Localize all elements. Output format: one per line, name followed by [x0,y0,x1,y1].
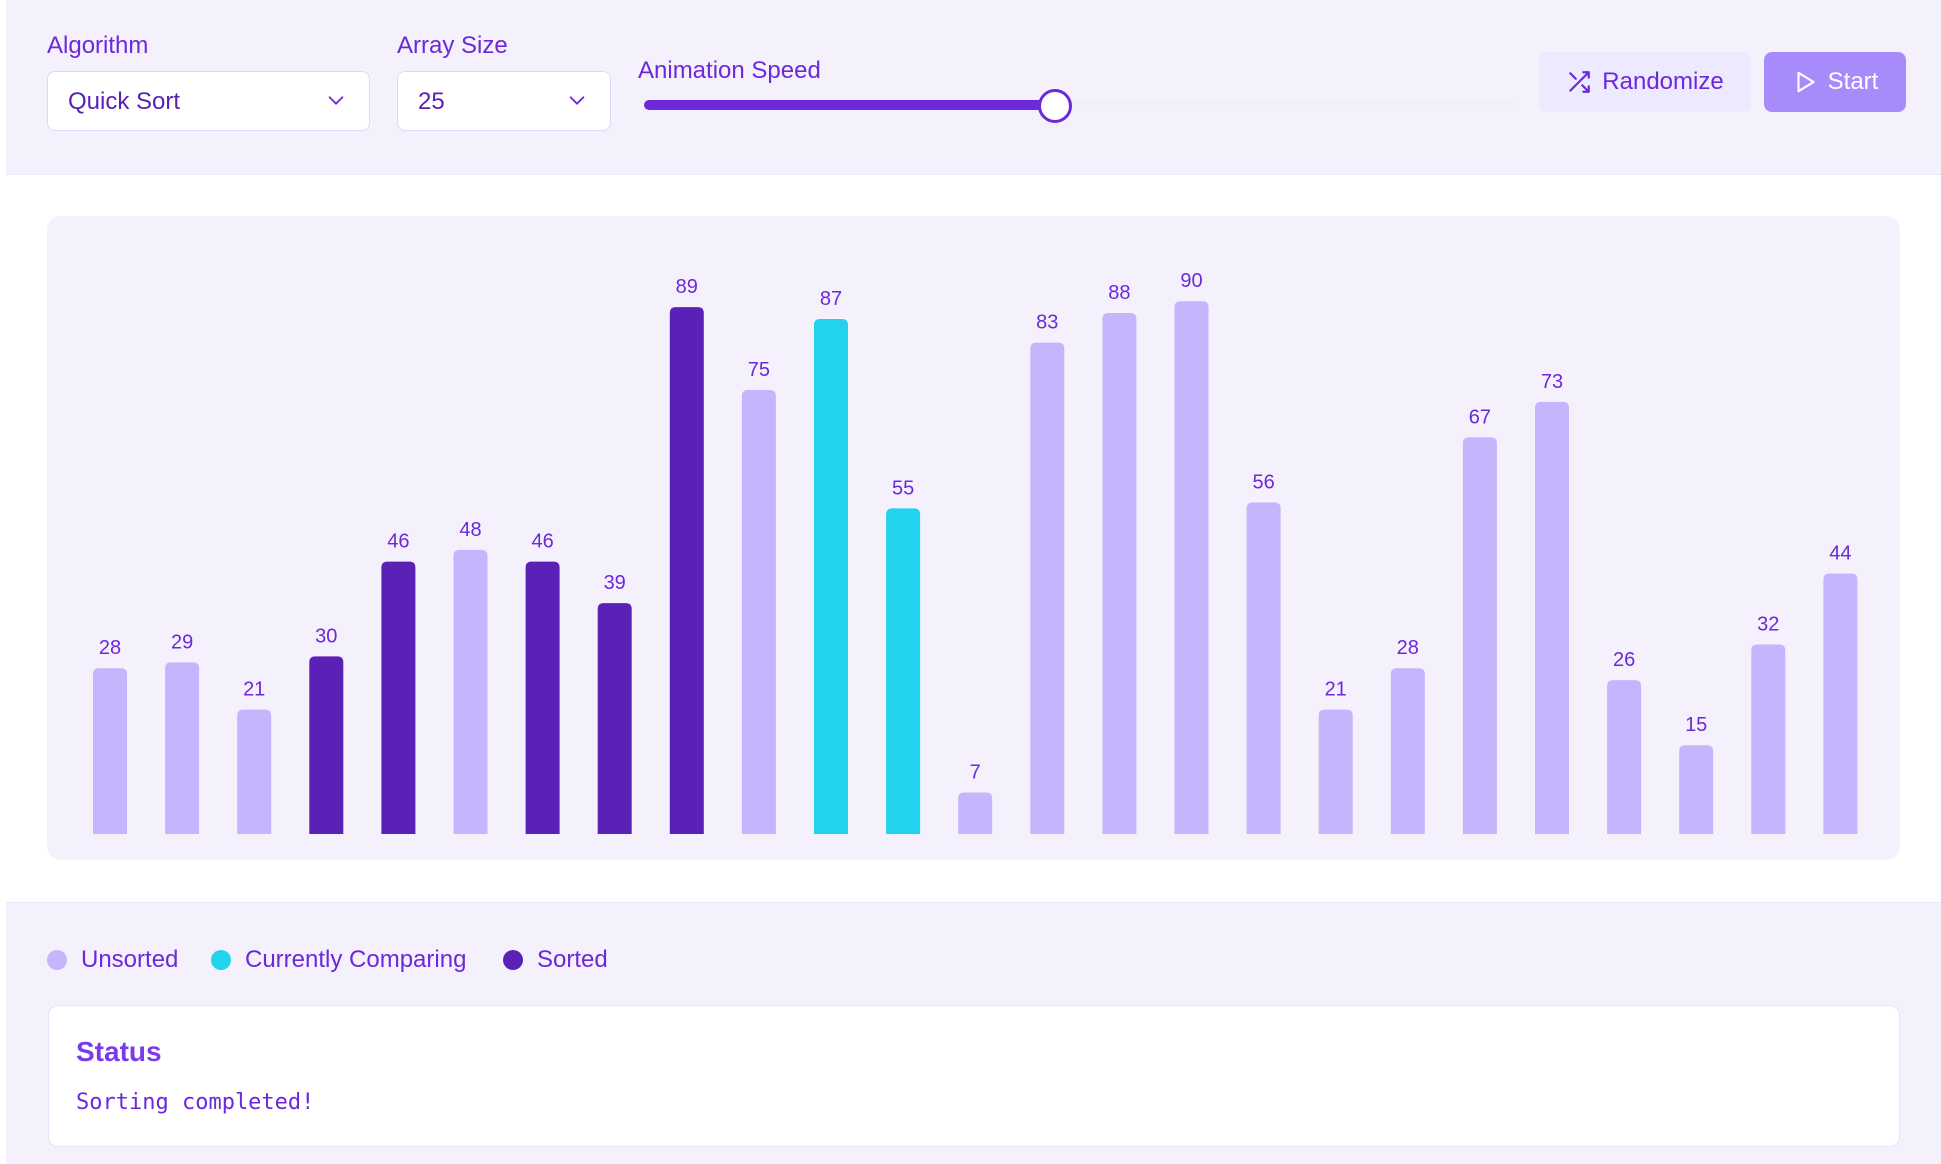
array-size-select-value: 25 [418,88,445,115]
chevron-down-icon [328,96,344,105]
status-card: Status Sorting completed! [48,1005,1900,1147]
bar-chart-panel: 28 29 21 30 46 48 46 39 89 75 87 55 7 83 88 90 56 21 28 67 7… [47,216,1900,860]
chevron-down-icon [569,96,585,105]
bar-value-label: 15 [1685,714,1707,736]
bar-value-label: 87 [820,288,842,310]
bar-unsorted [1102,313,1137,834]
bar-unsorted [93,668,127,834]
algorithm-select[interactable]: Quick Sort [47,71,370,131]
bar-unsorted [1607,680,1642,834]
bar-unsorted [1462,437,1497,834]
bar-value-label: 30 [315,625,337,647]
slider-fill [644,100,1053,110]
animation-speed-slider[interactable] [644,89,1514,123]
footer-panel: Unsorted Currently Comparing Sorted Stat… [6,902,1941,1164]
bar-unsorted [1751,644,1786,834]
bar-unsorted [1030,342,1065,834]
bar-value-label: 44 [1829,543,1851,565]
randomize-label: Randomize [1602,68,1724,95]
bar-unsorted [1318,709,1353,834]
bar-value-label: 46 [387,531,409,553]
bar-value-label: 26 [1613,649,1635,671]
legend-sorted: Sorted [503,946,608,974]
bar-unsorted [237,709,272,834]
bar-value-label: 75 [748,359,770,381]
slider-thumb[interactable] [1037,89,1072,123]
bar-value-label: 73 [1541,371,1563,393]
bar-value-label: 28 [99,637,121,659]
bar-chart: 28 29 21 30 46 48 46 39 89 75 87 55 7 83 88 90 56 21 28 67 7… [93,270,1858,835]
bar-value-label: 90 [1180,270,1202,292]
comparing-dot [211,950,231,970]
bar-unsorted [741,390,776,834]
animation-speed-label: Animation Speed [638,57,821,84]
bar-unsorted [1390,668,1425,834]
legend-comparing-label: Currently Comparing [245,946,467,973]
bar-comparing [886,508,921,834]
shuffle-icon [1569,71,1591,93]
bar-value-label: 29 [171,631,193,653]
bar-unsorted [1246,502,1281,834]
bar-value-label: 21 [1325,679,1347,701]
bar-unsorted [165,662,200,834]
status-title: Status [76,1036,162,1067]
bar-unsorted [1823,573,1858,834]
bar-sorted [309,656,344,834]
bar-value-label: 32 [1757,614,1779,636]
bar-value-label: 89 [676,276,698,298]
start-button[interactable]: Start [1764,52,1906,112]
bar-value-label: 67 [1469,406,1491,428]
legend-sorted-label: Sorted [537,946,608,973]
bar-sorted [669,307,704,834]
bar-sorted [525,561,560,834]
bar-sorted [597,603,632,834]
bar-unsorted [958,792,993,834]
bar-value-label: 48 [459,519,481,541]
bar-value-label: 21 [243,679,265,701]
randomize-button[interactable]: Randomize [1539,52,1751,112]
bar-unsorted [453,549,488,834]
bar-unsorted [1174,301,1209,834]
algorithm-select-value: Quick Sort [68,88,181,115]
status-message: Sorting completed! [76,1090,315,1115]
bar-unsorted [1679,745,1714,834]
bar-value-label: 83 [1036,312,1058,334]
legend-comparing: Currently Comparing [211,946,466,974]
unsorted-dot [47,950,67,970]
legend-unsorted-label: Unsorted [81,946,179,973]
start-label: Start [1827,68,1879,95]
bar-value-label: 39 [604,572,626,594]
bar-value-label: 46 [531,531,553,553]
bar-value-label: 7 [970,762,981,784]
play-icon [1797,71,1815,93]
sorting-visualizer-app: Algorithm Quick Sort Array Size 25 Anima… [0,0,1941,1164]
array-size-select[interactable]: 25 [397,71,611,131]
legend-unsorted: Unsorted [47,946,178,974]
bar-value-label: 28 [1397,637,1419,659]
bar-value-label: 55 [892,477,914,499]
bar-value-label: 88 [1108,282,1130,304]
bar-sorted [381,561,416,834]
bar-comparing [814,318,848,835]
sorted-dot [503,950,523,970]
array-size-label: Array Size [397,32,508,59]
bar-value-label: 56 [1252,471,1274,493]
bar-unsorted [1535,401,1569,834]
controls-bar: Algorithm Quick Sort Array Size 25 Anima… [6,0,1941,175]
algorithm-label: Algorithm [47,32,149,59]
